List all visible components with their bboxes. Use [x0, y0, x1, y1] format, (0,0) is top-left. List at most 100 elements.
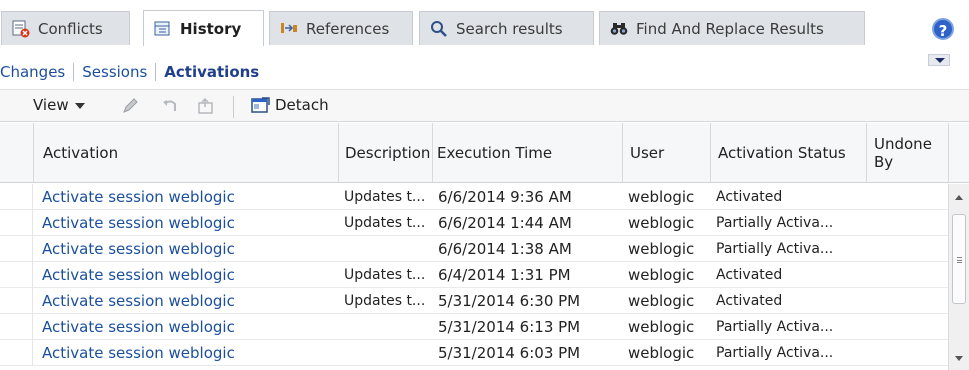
row-selector[interactable]: [0, 314, 33, 340]
tab-label: Search results: [456, 19, 563, 38]
history-subnav: Changes Sessions Activations: [0, 60, 267, 84]
row-selector[interactable]: [0, 340, 33, 366]
tab-label: Conflicts: [38, 19, 103, 38]
table-header: Activation Description Execution Time Us…: [0, 123, 969, 183]
status-cell: Partially Activa...: [716, 215, 834, 231]
user-cell: weblogic: [628, 292, 695, 310]
help-menu-dropdown-icon[interactable]: [928, 54, 950, 66]
activation-link[interactable]: Activate session weblogic: [33, 314, 338, 340]
row-selector-header: [0, 123, 33, 183]
status-cell: Activated: [716, 267, 783, 283]
table-row[interactable]: Activate session weblogic Updates t... 6…: [0, 210, 948, 236]
activation-link[interactable]: Activate session weblogic: [33, 236, 338, 262]
view-label: View: [33, 96, 69, 114]
description-cell: Updates t...: [344, 267, 426, 283]
execution-time-cell: 6/6/2014 1:44 AM: [438, 214, 572, 232]
execution-time-cell: 5/31/2014 6:03 PM: [438, 344, 581, 362]
activation-link[interactable]: Activate session weblogic: [33, 288, 338, 314]
tab-bar: Conflicts History References Search resu…: [0, 0, 969, 48]
row-selector[interactable]: [0, 236, 33, 262]
history-icon: [154, 20, 172, 38]
subnav-sessions[interactable]: Sessions: [74, 63, 155, 81]
description-cell: Updates t...: [344, 215, 426, 231]
column-header-description[interactable]: Description: [338, 123, 432, 183]
undone-by-cell: [866, 262, 948, 288]
user-cell: weblogic: [628, 214, 695, 232]
scroll-down-icon[interactable]: [955, 356, 963, 361]
tab-references[interactable]: References: [269, 11, 413, 45]
row-selector[interactable]: [0, 184, 33, 210]
detach-button[interactable]: Detach: [251, 96, 329, 114]
column-header-activation[interactable]: Activation: [33, 123, 338, 183]
tab-history[interactable]: History: [143, 10, 264, 46]
grip-icon: [957, 257, 962, 263]
status-cell: Partially Activa...: [716, 319, 834, 335]
undone-by-cell: [866, 236, 948, 262]
execution-time-cell: 5/31/2014 6:13 PM: [438, 318, 581, 336]
user-cell: weblogic: [628, 240, 695, 258]
status-cell: Activated: [716, 293, 783, 309]
toolbar-divider: [233, 96, 234, 118]
execution-time-cell: 5/31/2014 6:30 PM: [438, 292, 581, 310]
help-icon[interactable]: ?: [932, 18, 954, 40]
tab-conflicts[interactable]: Conflicts: [1, 11, 130, 45]
activation-link[interactable]: Activate session weblogic: [33, 262, 338, 288]
column-header-activation-status[interactable]: Activation Status: [710, 123, 866, 183]
column-header-execution-time[interactable]: Execution Time: [432, 123, 622, 183]
table-row[interactable]: Activate session weblogic Updates t... 6…: [0, 262, 948, 288]
undone-by-cell: [866, 340, 948, 366]
tab-find-replace-results[interactable]: Find And Replace Results: [599, 11, 865, 45]
toolbar: View Detach: [0, 89, 969, 122]
user-cell: weblogic: [628, 266, 695, 284]
execution-time-cell: 6/6/2014 1:38 AM: [438, 240, 572, 258]
table-row[interactable]: Activate session weblogic 5/31/2014 6:03…: [0, 340, 948, 366]
subnav-activations[interactable]: Activations: [156, 63, 267, 81]
undo-icon[interactable]: [161, 97, 179, 115]
activations-table-body: Activate session weblogic Updates t... 6…: [0, 184, 948, 370]
user-cell: weblogic: [628, 188, 695, 206]
references-icon: [280, 20, 298, 38]
undone-by-cell: [866, 210, 948, 236]
conflicts-icon: [12, 20, 30, 38]
table-row[interactable]: Activate session weblogic 5/31/2014 6:13…: [0, 314, 948, 340]
row-selector[interactable]: [0, 210, 33, 236]
header-spacer: [948, 123, 969, 183]
subnav-changes[interactable]: Changes: [0, 63, 73, 81]
description-cell: [338, 314, 432, 340]
row-selector[interactable]: [0, 288, 33, 314]
view-menu-button[interactable]: View: [33, 96, 85, 114]
description-cell: Updates t...: [344, 189, 426, 205]
scroll-thumb[interactable]: [952, 214, 966, 304]
column-header-undone-by[interactable]: Undone By: [866, 123, 948, 183]
activation-link[interactable]: Activate session weblogic: [33, 340, 338, 366]
undone-by-cell: [866, 288, 948, 314]
table-row[interactable]: Activate session weblogic Updates t... 5…: [0, 288, 948, 314]
user-cell: weblogic: [628, 318, 695, 336]
tab-search-results[interactable]: Search results: [419, 11, 594, 45]
table-row[interactable]: Activate session weblogic Updates t... 6…: [0, 184, 948, 210]
undone-by-cell: [866, 314, 948, 340]
description-cell: Updates t...: [344, 293, 426, 309]
undone-by-cell: [866, 184, 948, 210]
detach-icon: [251, 96, 271, 114]
scroll-up-icon[interactable]: [955, 195, 963, 200]
tab-label: References: [306, 19, 390, 38]
binoculars-icon: [610, 20, 628, 38]
activation-link[interactable]: Activate session weblogic: [33, 184, 338, 210]
search-icon: [430, 20, 448, 38]
pencil-icon[interactable]: [121, 97, 139, 115]
activation-link[interactable]: Activate session weblogic: [33, 210, 338, 236]
vertical-scrollbar[interactable]: [948, 184, 969, 370]
export-icon[interactable]: [197, 97, 215, 115]
chevron-down-icon: [74, 102, 85, 109]
row-selector[interactable]: [0, 262, 33, 288]
execution-time-cell: 6/6/2014 9:36 AM: [438, 188, 572, 206]
tab-label: History: [180, 19, 242, 38]
description-cell: [338, 236, 432, 262]
status-cell: Partially Activa...: [716, 241, 834, 257]
tab-label: Find And Replace Results: [636, 19, 824, 38]
user-cell: weblogic: [628, 344, 695, 362]
table-row[interactable]: Activate session weblogic 6/6/2014 1:38 …: [0, 236, 948, 262]
column-header-user[interactable]: User: [622, 123, 710, 183]
detach-label: Detach: [275, 96, 329, 114]
